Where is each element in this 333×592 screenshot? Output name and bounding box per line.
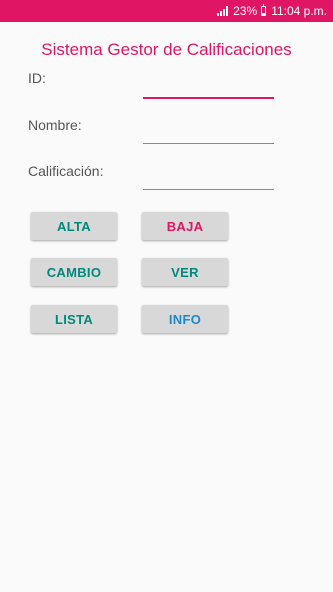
battery-icon [261,4,267,16]
baja-button[interactable]: BAJA [142,212,228,240]
ver-button[interactable]: VER [142,258,228,286]
id-input[interactable] [143,77,274,99]
info-button[interactable]: INFO [142,305,228,333]
status-time: 11:04 p.m. [271,4,327,18]
signal-icon [217,6,229,16]
app-title: Sistema Gestor de Calificaciones [41,40,292,59]
nombre-label: Nombre: [28,117,82,133]
id-label: ID: [28,70,46,86]
lista-button[interactable]: LISTA [31,305,117,333]
nombre-input[interactable] [143,122,274,144]
status-bar: 23% 11:04 p.m. [0,0,333,22]
calificacion-input[interactable] [143,168,274,190]
battery-percent: 23% [233,4,258,18]
alta-button[interactable]: ALTA [31,212,117,240]
calificacion-label: Calificación: [28,163,104,179]
cambio-button[interactable]: CAMBIO [31,258,117,286]
